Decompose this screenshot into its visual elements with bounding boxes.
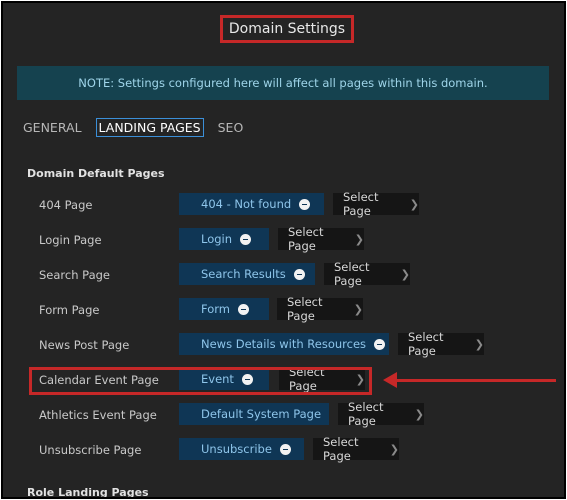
row-label-athletics-event: Athletics Event Page — [39, 408, 157, 422]
row-label-news-post: News Post Page — [39, 338, 130, 352]
annotation-arrow-line — [393, 379, 556, 382]
note-banner: NOTE: Settings configured here will affe… — [17, 66, 549, 100]
row-label-search: Search Page — [39, 268, 111, 282]
row-label-unsubscribe: Unsubscribe Page — [39, 443, 142, 457]
assigned-page-name: Default System Page — [201, 407, 322, 421]
annotation-arrow-icon — [383, 372, 397, 388]
page-title: Domain Settings — [228, 21, 346, 37]
select-page-button-login[interactable]: Select Page ❯ — [278, 225, 364, 253]
assigned-page-name: 404 - Not found — [201, 197, 292, 211]
select-page-button-form[interactable]: Select Page ❯ — [277, 295, 363, 323]
select-page-button-news-post[interactable]: Select Page ❯ — [398, 330, 484, 358]
chevron-right-icon: ❯ — [409, 197, 419, 211]
chevron-right-icon: ❯ — [353, 302, 363, 316]
chevron-right-icon: ❯ — [400, 267, 410, 281]
tab-general[interactable]: GENERAL — [23, 120, 82, 135]
assigned-page-name: Search Results — [201, 267, 286, 281]
row-label-login: Login Page — [39, 233, 102, 247]
domain-settings-panel: Domain Settings NOTE: Settings configure… — [1, 1, 566, 499]
assigned-page-unsubscribe[interactable]: Unsubscribe — [179, 438, 304, 460]
settings-tabs: GENERAL LANDING PAGES SEO — [23, 116, 257, 138]
section-title-domain-default-pages: Domain Default Pages — [27, 167, 165, 180]
chevron-right-icon: ❯ — [414, 407, 424, 421]
assigned-page-search[interactable]: Search Results — [179, 263, 315, 285]
assigned-page-name: News Details with Resources — [201, 337, 367, 351]
select-page-button-unsubscribe[interactable]: Select Page ❯ — [313, 435, 399, 463]
tab-seo[interactable]: SEO — [218, 120, 244, 135]
select-page-button-404[interactable]: Select Page ❯ — [333, 190, 419, 218]
chevron-right-icon: ❯ — [474, 337, 484, 351]
chevron-right-icon: ❯ — [354, 232, 364, 246]
remove-icon[interactable] — [374, 338, 386, 350]
page-title-highlight: Domain Settings — [220, 15, 354, 43]
select-page-label: Select Page — [323, 435, 359, 463]
assigned-page-login[interactable]: Login — [179, 228, 269, 250]
assigned-page-name: Unsubscribe — [201, 442, 272, 456]
row-label-404: 404 Page — [39, 198, 93, 212]
tab-landing-pages[interactable]: LANDING PAGES — [95, 117, 204, 137]
remove-icon[interactable] — [240, 233, 252, 245]
assigned-page-form[interactable]: Form — [179, 298, 269, 320]
remove-icon[interactable] — [237, 303, 249, 315]
remove-icon[interactable] — [293, 268, 305, 280]
select-page-button-search[interactable]: Select Page ❯ — [324, 260, 410, 288]
assigned-page-news-post[interactable]: News Details with Resources — [179, 333, 389, 355]
select-page-button-athletics-event[interactable]: Select Page ❯ — [338, 400, 424, 428]
select-page-label: Select Page — [288, 225, 324, 253]
row-label-form: Form Page — [39, 303, 100, 317]
section-title-role-landing-pages: Role Landing Pages — [27, 486, 149, 499]
remove-icon[interactable] — [299, 198, 311, 210]
chevron-right-icon: ❯ — [389, 442, 399, 456]
assigned-page-name: Login — [201, 232, 233, 246]
select-page-label: Select Page — [334, 260, 370, 288]
note-text: NOTE: Settings configured here will affe… — [78, 76, 488, 90]
remove-icon[interactable] — [279, 443, 291, 455]
select-page-label: Select Page — [348, 400, 384, 428]
select-page-label: Select Page — [343, 190, 379, 218]
assigned-page-athletics-event[interactable]: Default System Page — [179, 403, 329, 425]
select-page-label: Select Page — [287, 295, 323, 323]
assigned-page-name: Form — [201, 302, 230, 316]
assigned-page-404[interactable]: 404 - Not found — [179, 193, 324, 215]
select-page-label: Select Page — [408, 330, 444, 358]
calendar-event-highlight — [29, 367, 372, 395]
